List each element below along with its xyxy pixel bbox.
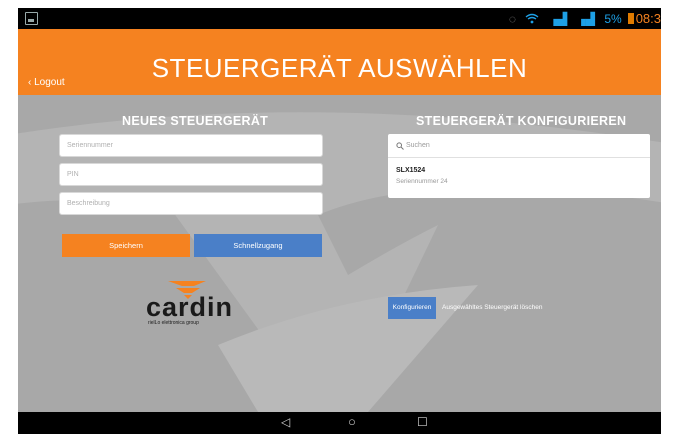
clock: 08:3 (635, 11, 661, 26)
logo-brand: cardin (146, 292, 234, 322)
serial-number-input[interactable]: Seriennummer (59, 134, 323, 157)
battery-icon (627, 13, 634, 24)
image-notification-icon (25, 12, 38, 25)
app-header: STEUERGERÄT AUSWÄHLEN ‹ Logout (18, 29, 661, 95)
search-icon (396, 142, 404, 150)
signal-icon-2: ▗▟ (576, 12, 595, 26)
device-serial: Seriennummer 24 (396, 178, 448, 185)
logout-button[interactable]: ‹ Logout (28, 77, 65, 88)
search-field[interactable]: Suchen (388, 134, 650, 158)
tablet-screen: ◌ ▗▟ ▗▟ 5% 08:3 STEUERGERÄT AUSWÄHLEN ‹ L… (18, 8, 661, 434)
save-button[interactable]: Speichern (62, 234, 190, 257)
page-title: STEUERGERÄT AUSWÄHLEN (151, 53, 528, 83)
search-placeholder: Suchen (406, 142, 430, 149)
logo-tagline: rielLo elettronica group (148, 320, 199, 326)
device-list-panel: Suchen SLX1524 Seriennummer 24 (388, 134, 650, 198)
new-device-heading: NEUES STEUERGERÄT (122, 114, 269, 128)
device-name: SLX1524 (396, 167, 426, 174)
recents-icon[interactable]: ☐ (417, 415, 428, 429)
back-icon[interactable]: ◁ (281, 415, 290, 429)
delete-device-button[interactable]: Ausgewähltes Steuergerät löschen (442, 297, 542, 319)
sync-icon: ◌ (508, 12, 517, 26)
signal-icon: ▗▟ (548, 12, 568, 26)
android-nav-bar: ◁ ○ ☐ (18, 412, 661, 434)
cardin-logo: cardin rielLo elettronica group (146, 278, 276, 326)
wifi-icon (525, 13, 539, 24)
pin-input[interactable]: PIN (59, 163, 323, 186)
chevron-left-icon: ‹ (28, 77, 32, 88)
battery-percent: 5% (604, 12, 622, 26)
device-list-item[interactable]: SLX1524 Seriennummer 24 (388, 158, 650, 198)
description-input[interactable]: Beschreibung (59, 192, 323, 215)
quick-access-button[interactable]: Schnellzugang (194, 234, 322, 257)
configure-button[interactable]: Konfigurieren (388, 297, 436, 319)
status-bar: ◌ ▗▟ ▗▟ 5% 08:3 (18, 8, 661, 29)
home-icon[interactable]: ○ (348, 414, 356, 429)
configure-heading: STEUERGERÄT KONFIGURIEREN (416, 114, 627, 128)
status-icons: ◌ ▗▟ ▗▟ 5% 08:3 (503, 11, 661, 26)
main-content: NEUES STEUERGERÄT Seriennummer PIN Besch… (18, 95, 661, 412)
logout-label: Logout (34, 77, 65, 88)
